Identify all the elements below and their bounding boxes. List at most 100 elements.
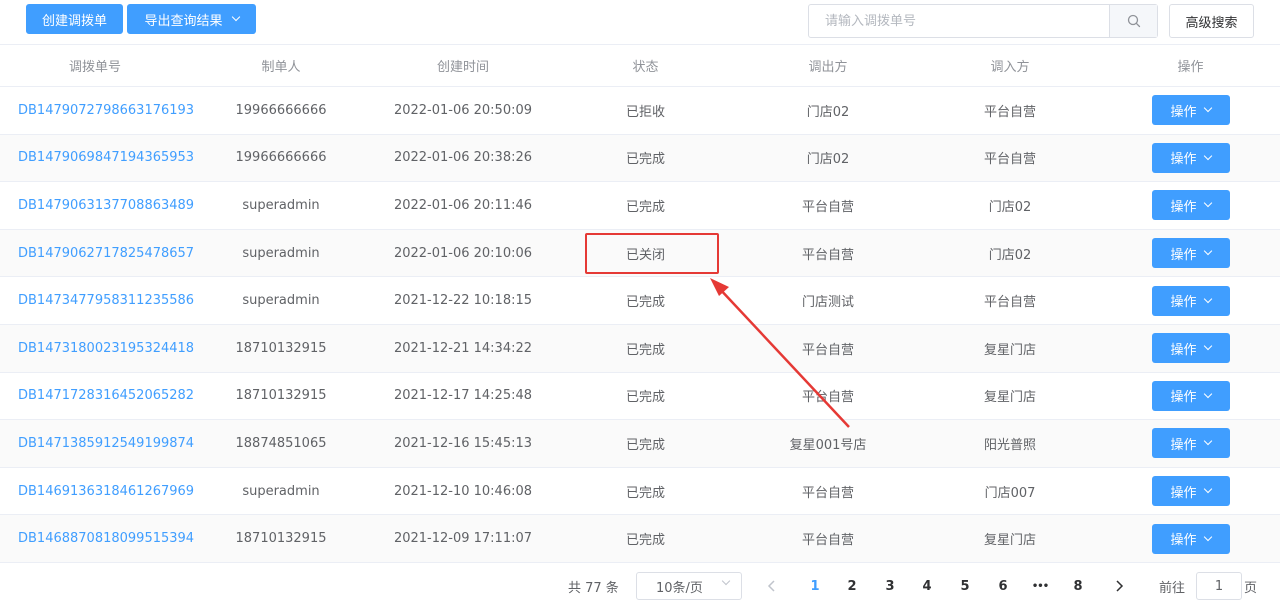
- transfer-no-link[interactable]: DB1471385912549199874: [0, 419, 194, 468]
- transfer-table: 调拨单号 制单人 创建时间 状态 调出方 调入方 操作 DB1479072798…: [0, 44, 1280, 563]
- to-cell: 门店02: [919, 229, 1101, 278]
- created-time-cell: 2021-12-10 10:46:08: [372, 467, 554, 516]
- row-action-label: 操作: [1170, 104, 1197, 120]
- page-size-select[interactable]: 10条/页: [636, 572, 742, 600]
- status-cell: 已完成: [554, 372, 737, 421]
- to-cell: 复星门店: [919, 372, 1101, 421]
- actions-cell: 操作: [1101, 514, 1280, 563]
- transfer-no-link[interactable]: DB1479063137708863489: [0, 181, 194, 230]
- row-action-button[interactable]: 操作: [1151, 142, 1230, 173]
- table-row: DB1479062717825478657 superadmin 2022-01-0…: [0, 229, 1280, 278]
- creator-cell: 18710132915: [190, 372, 372, 421]
- page-2-button[interactable]: 2: [837, 572, 867, 600]
- row-action-button[interactable]: 操作: [1151, 380, 1230, 411]
- prev-page-button[interactable]: [757, 572, 787, 600]
- header-actions: 操作: [1101, 44, 1280, 87]
- table-row: DB1473180023195324418 18710132915 2021-12-…: [0, 324, 1280, 373]
- creator-cell: superadmin: [190, 229, 372, 278]
- created-time-cell: 2021-12-16 15:45:13: [372, 419, 554, 468]
- transfer-no-link[interactable]: DB1479072798663176193: [0, 86, 194, 135]
- next-page-button[interactable]: [1104, 572, 1134, 600]
- header-transfer-no: 调拨单号: [0, 44, 190, 87]
- to-cell: 复星门店: [919, 514, 1101, 563]
- row-action-button[interactable]: 操作: [1151, 333, 1230, 364]
- actions-cell: 操作: [1101, 372, 1280, 421]
- to-cell: 复星门店: [919, 324, 1101, 373]
- chevron-down-icon: [231, 12, 240, 22]
- transfer-no-link[interactable]: DB1469136318461267969: [0, 467, 194, 516]
- page-5-button[interactable]: 5: [950, 572, 980, 600]
- header-created-time: 创建时间: [372, 44, 554, 87]
- created-time-cell: 2021-12-21 14:34:22: [372, 324, 554, 373]
- actions-cell: 操作: [1101, 229, 1280, 278]
- transfer-no-link[interactable]: DB1468870818099515394: [0, 514, 194, 563]
- table-row: DB1469136318461267969 superadmin 2021-12-1…: [0, 467, 1280, 516]
- page-8-button[interactable]: 8: [1063, 572, 1093, 600]
- row-action-button[interactable]: 操作: [1151, 523, 1230, 554]
- from-cell: 门店02: [737, 86, 919, 135]
- chevron-left-icon: [767, 580, 775, 592]
- table-row: DB1471385912549199874 18874851065 2021-12-…: [0, 419, 1280, 468]
- page-4-button[interactable]: 4: [912, 572, 942, 600]
- search-box: [808, 4, 1158, 38]
- more-pages-button[interactable]: •••: [1025, 572, 1055, 600]
- chevron-down-icon: [1203, 294, 1212, 303]
- chevron-down-icon: [1203, 199, 1212, 208]
- transfer-no-link[interactable]: DB1471728316452065282: [0, 372, 194, 421]
- row-action-label: 操作: [1170, 199, 1197, 215]
- transfer-no-link[interactable]: DB1479069847194365953: [0, 134, 194, 183]
- search-input[interactable]: [809, 5, 1109, 37]
- table-header-row: 调拨单号 制单人 创建时间 状态 调出方 调入方 操作: [0, 44, 1280, 87]
- row-action-button[interactable]: 操作: [1151, 95, 1230, 126]
- page-3-button[interactable]: 3: [875, 572, 905, 600]
- status-cell: 已完成: [554, 134, 737, 183]
- row-action-button[interactable]: 操作: [1151, 476, 1230, 507]
- status-cell: 已拒收: [554, 86, 737, 135]
- row-action-label: 操作: [1170, 342, 1197, 358]
- creator-cell: superadmin: [190, 276, 372, 325]
- created-time-cell: 2022-01-06 20:50:09: [372, 86, 554, 135]
- chevron-down-icon: [1203, 151, 1212, 161]
- table-row: DB1468870818099515394 18710132915 2021-12-…: [0, 514, 1280, 563]
- jump-suffix: 页: [1244, 580, 1258, 596]
- table-row: DB1471728316452065282 18710132915 2021-12-…: [0, 372, 1280, 421]
- row-action-button[interactable]: 操作: [1151, 428, 1230, 459]
- table-row: DB1479072798663176193 19966666666 2022-01-…: [0, 86, 1280, 135]
- export-results-button[interactable]: 导出查询结果: [127, 4, 256, 34]
- actions-cell: 操作: [1101, 181, 1280, 230]
- search-button[interactable]: [1109, 5, 1157, 37]
- transfer-no-link[interactable]: DB1473477958311235586: [0, 276, 194, 325]
- page-jump-input[interactable]: 1: [1196, 572, 1242, 600]
- chevron-down-icon: [1203, 532, 1212, 541]
- creator-cell: 18874851065: [190, 419, 372, 468]
- from-cell: 平台自营: [737, 372, 919, 421]
- row-action-button[interactable]: 操作: [1151, 285, 1230, 316]
- page-1-button[interactable]: 1: [800, 572, 830, 600]
- chevron-down-icon: [1203, 342, 1212, 351]
- advanced-search-button[interactable]: 高级搜索: [1169, 4, 1254, 38]
- creator-cell: 19966666666: [190, 86, 372, 135]
- to-cell: 阳光普照: [919, 419, 1101, 468]
- created-time-cell: 2021-12-17 14:25:48: [372, 372, 554, 421]
- row-action-label: 操作: [1170, 437, 1197, 453]
- transfer-no-link[interactable]: DB1473180023195324418: [0, 324, 194, 373]
- page-6-button[interactable]: 6: [988, 572, 1018, 600]
- creator-cell: 18710132915: [190, 324, 372, 373]
- transfer-no-link[interactable]: DB1479062717825478657: [0, 229, 194, 278]
- export-label: 导出查询结果: [144, 13, 223, 29]
- created-time-cell: 2022-01-06 20:11:46: [372, 181, 554, 230]
- row-action-button[interactable]: 操作: [1151, 190, 1230, 221]
- chevron-down-icon: [1203, 104, 1212, 113]
- from-cell: 门店测试: [737, 276, 919, 325]
- from-cell: 平台自营: [737, 229, 919, 278]
- status-cell: 已完成: [554, 276, 737, 325]
- row-action-button[interactable]: 操作: [1151, 238, 1230, 269]
- to-cell: 门店02: [919, 181, 1101, 230]
- created-time-cell: 2022-01-06 20:10:06: [372, 229, 554, 278]
- actions-cell: 操作: [1101, 134, 1280, 183]
- header-to: 调入方: [919, 44, 1101, 87]
- create-transfer-button[interactable]: 创建调拨单: [26, 4, 123, 34]
- header-status: 状态: [554, 44, 737, 87]
- created-time-cell: 2021-12-09 17:11:07: [372, 514, 554, 563]
- to-cell: 门店007: [919, 467, 1101, 516]
